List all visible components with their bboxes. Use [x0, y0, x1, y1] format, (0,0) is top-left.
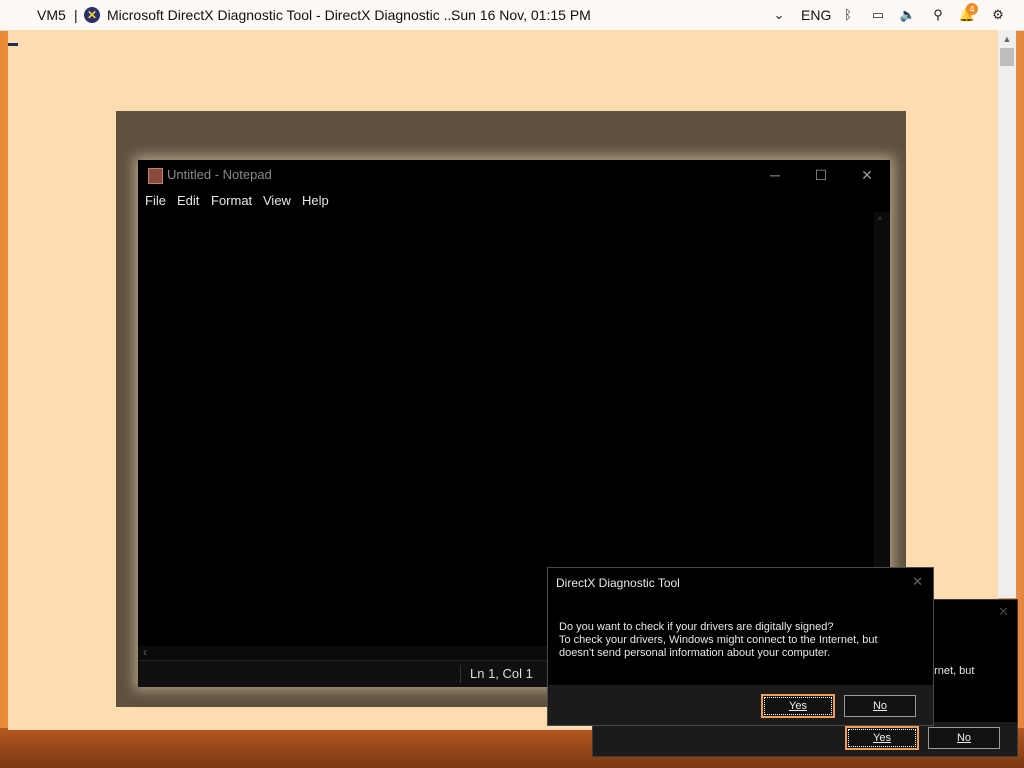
volume-icon[interactable]: 🔈 — [899, 6, 917, 24]
dialog-back-yes-button[interactable]: Yes — [845, 726, 919, 750]
bluetooth-icon[interactable]: ᛒ — [839, 6, 857, 24]
scroll-thumb[interactable] — [1000, 48, 1014, 66]
menu-file[interactable]: File — [145, 193, 166, 208]
menu-edit[interactable]: Edit — [177, 193, 199, 208]
no-button[interactable]: No — [844, 695, 916, 717]
menu-view[interactable]: View — [263, 193, 291, 208]
dialog-title: DirectX Diagnostic Tool — [556, 576, 680, 590]
scroll-up-icon[interactable]: ▲ — [998, 34, 1016, 46]
directx-app-icon: ✕ — [84, 7, 100, 23]
notepad-icon — [148, 168, 163, 184]
close-button[interactable]: ✕ — [844, 160, 890, 190]
dialog-message-line: Do you want to check if your drivers are… — [559, 621, 834, 633]
dialog-close-icon[interactable]: ✕ — [912, 574, 923, 590]
vm-label: VM5 — [37, 7, 66, 23]
notepad-title: Untitled - Notepad — [167, 167, 272, 182]
cursor-position: Ln 1, Col 1 — [470, 666, 533, 681]
language-indicator[interactable]: ENG — [801, 0, 831, 30]
status-separator — [460, 665, 461, 683]
dialog-footer: Yes No — [548, 685, 933, 725]
settings-icon[interactable]: ⚙ — [989, 6, 1007, 24]
dialog-back-message-fragment: ernet, but — [928, 665, 975, 677]
notepad-titlebar[interactable]: Untitled - Notepad ─ ☐ ✕ — [138, 160, 890, 190]
top-bar: VM5 | ✕ Microsoft DirectX Diagnostic Too… — [0, 0, 1024, 31]
notepad-menubar: File Edit Format View Help — [138, 190, 890, 212]
notification-badge: 4 — [966, 3, 978, 15]
display-icon[interactable]: ▭ — [869, 6, 887, 24]
accessibility-icon[interactable]: ⌄ — [770, 6, 788, 24]
scroll-up-chevron-icon[interactable]: ^ — [878, 215, 882, 225]
dialog-back-no-button[interactable]: No — [928, 727, 1000, 749]
remote-vertical-scrollbar[interactable]: ▲ — [998, 30, 1016, 598]
menu-help[interactable]: Help — [302, 193, 329, 208]
network-icon[interactable]: ⚲ — [929, 6, 947, 24]
remote-cursor-marker — [8, 43, 18, 46]
yes-button[interactable]: Yes — [761, 694, 835, 718]
dialog-message-line: To check your drivers, Windows might con… — [559, 634, 878, 646]
maximize-button[interactable]: ☐ — [798, 160, 844, 190]
topbar-separator: | — [74, 7, 78, 23]
menu-format[interactable]: Format — [211, 193, 252, 208]
directx-dialog: DirectX Diagnostic Tool ✕ Do you want to… — [547, 567, 934, 726]
clock[interactable]: Sun 16 Nov, 01:15 PM — [451, 0, 591, 30]
dialog-message: Do you want to check if your drivers are… — [559, 621, 878, 660]
active-window-title[interactable]: Microsoft DirectX Diagnostic Tool - Dire… — [107, 0, 455, 30]
dialog-back-close-icon[interactable]: ✕ — [998, 604, 1009, 620]
scroll-left-chevron-icon[interactable]: ‹ — [143, 645, 147, 659]
minimize-button[interactable]: ─ — [752, 160, 798, 190]
dialog-back-footer: Yes No — [593, 722, 1017, 756]
dialog-message-line: doesn't send personal information about … — [559, 647, 831, 659]
